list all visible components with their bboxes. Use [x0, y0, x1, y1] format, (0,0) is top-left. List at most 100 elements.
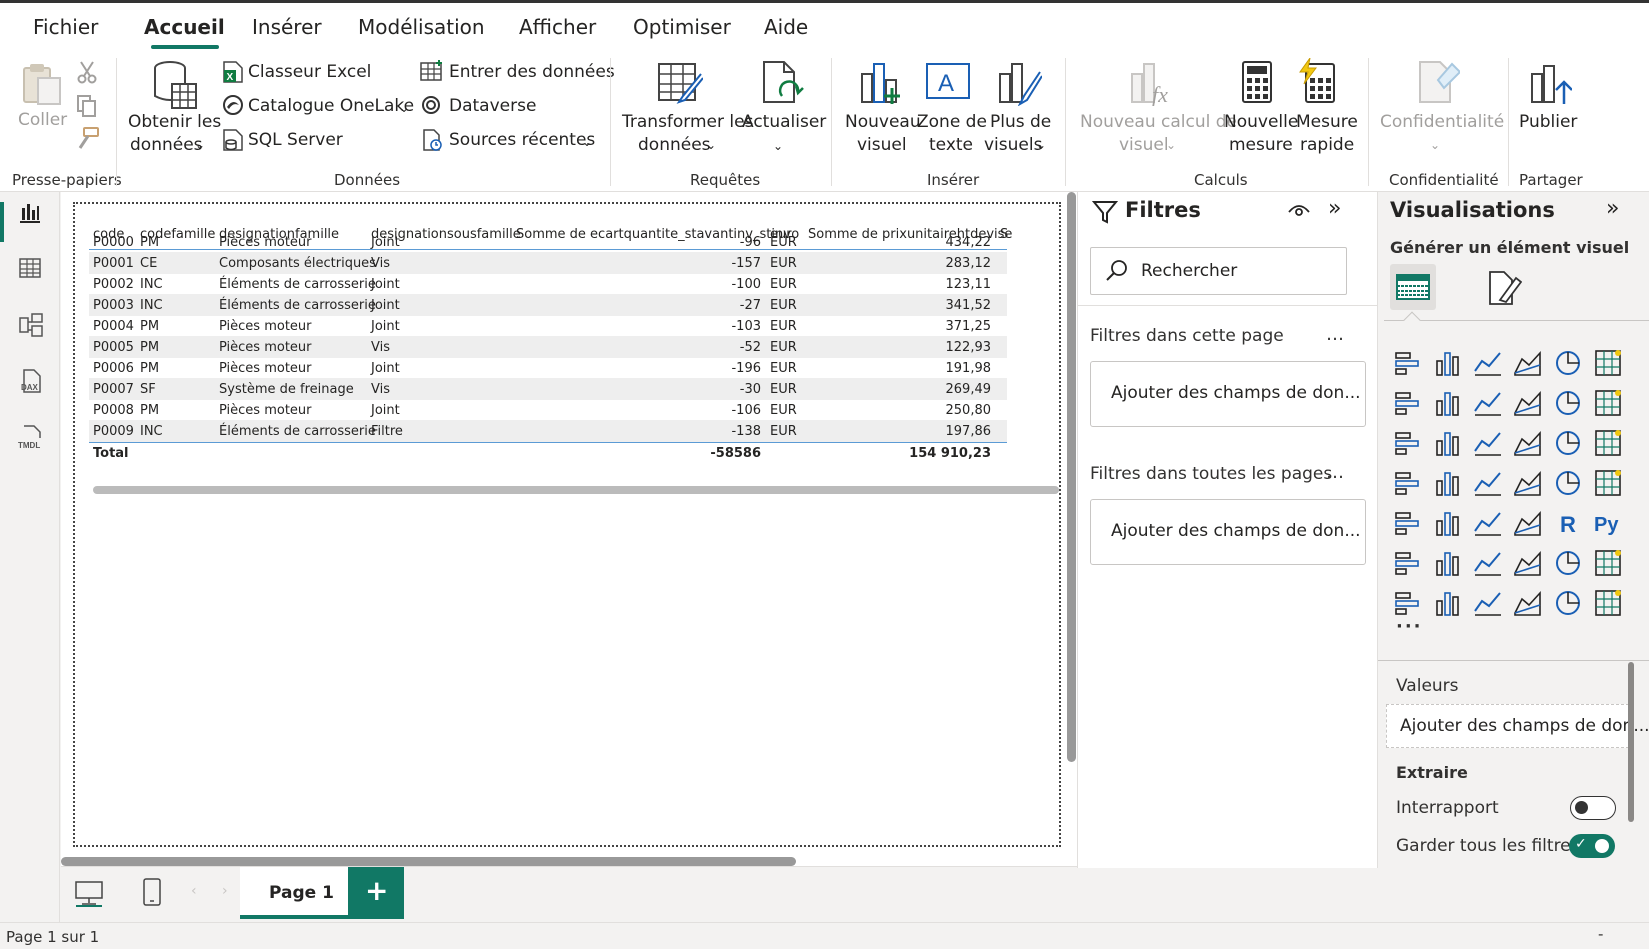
slicer-icon[interactable] — [1432, 507, 1464, 539]
qa-icon[interactable] — [1472, 547, 1504, 579]
new-visual-label-2[interactable]: visuel — [857, 133, 907, 157]
100-stacked-area-chart-icon[interactable] — [1512, 387, 1544, 419]
get-data-label-2[interactable]: données — [130, 133, 203, 157]
text-box-label-2[interactable]: texte — [929, 133, 973, 157]
tab-accueil[interactable]: Accueil — [144, 15, 225, 39]
tmdl-view-icon[interactable]: TMDL — [18, 424, 46, 454]
line-chart-icon[interactable] — [1392, 387, 1424, 419]
add-page-button[interactable]: + — [348, 867, 404, 919]
clustered-bar-chart-icon[interactable] — [1472, 347, 1504, 379]
map-icon[interactable] — [1432, 467, 1464, 499]
matrix-icon[interactable] — [1512, 507, 1544, 539]
new-measure-label-2[interactable]: mesure — [1229, 133, 1293, 157]
r-visual-icon[interactable]: R — [1552, 507, 1584, 539]
get-more-visuals-icon[interactable] — [1592, 587, 1624, 619]
mobile-layout-icon[interactable] — [142, 877, 162, 911]
scatter-chart-icon[interactable] — [1512, 427, 1544, 459]
quick-measure-label-2[interactable]: rapide — [1300, 133, 1354, 157]
next-page-icon[interactable]: › — [222, 883, 228, 899]
arcgis-map-icon[interactable] — [1512, 587, 1544, 619]
100-stacked-column-chart-icon[interactable] — [1592, 347, 1624, 379]
dataverse-button[interactable]: Dataverse — [449, 94, 536, 118]
new-measure-label-1[interactable]: Nouvelle — [1224, 110, 1298, 134]
more-options-icon[interactable]: … — [1326, 324, 1344, 345]
table-row[interactable]: P0003 INC Éléments de carrosserie Joint -27 E… — [89, 294, 1007, 316]
treemap-icon[interactable] — [1392, 467, 1424, 499]
new-visual-label-1[interactable]: Nouveau — [845, 110, 921, 134]
report-view-icon[interactable] — [18, 200, 42, 228]
decomposition-tree-icon[interactable] — [1432, 547, 1464, 579]
table-view-icon[interactable] — [18, 256, 42, 284]
format-visual-tab[interactable] — [1486, 270, 1523, 310]
table-horizontal-scrollbar[interactable] — [93, 486, 1059, 494]
more-options-icon[interactable]: … — [1326, 462, 1344, 483]
add-fields-this-page-well[interactable]: Ajouter des champs de don... — [1090, 361, 1366, 427]
filled-map-icon[interactable] — [1472, 467, 1504, 499]
chevron-down-icon[interactable]: ⌄ — [1036, 133, 1046, 157]
pie-chart-icon[interactable] — [1552, 427, 1584, 459]
line-and-stacked-column-chart-icon[interactable] — [1552, 387, 1584, 419]
model-view-icon[interactable] — [18, 312, 44, 342]
transform-data-label-2[interactable]: données — [638, 133, 711, 157]
quick-measure-label-1[interactable]: Mesure — [1296, 110, 1358, 134]
table-icon[interactable] — [1472, 507, 1504, 539]
cross-report-toggle[interactable] — [1570, 796, 1616, 820]
paginated-report-icon[interactable] — [1552, 547, 1584, 579]
key-influencers-icon[interactable] — [1392, 547, 1424, 579]
sql-server-button[interactable]: SQL Server — [248, 128, 343, 152]
power-apps-icon[interactable] — [1592, 547, 1624, 579]
new-visual-calc-label-2[interactable]: visuel — [1119, 133, 1169, 157]
get-data-label-1[interactable]: Obtenir les — [128, 110, 221, 134]
keep-filters-toggle[interactable]: ✓ — [1569, 834, 1615, 858]
copy-icon[interactable] — [76, 94, 98, 118]
tab-optimiser[interactable]: Optimiser — [633, 15, 731, 39]
viz-pane-scrollbar[interactable] — [1628, 662, 1634, 822]
ribbon-chart-icon[interactable] — [1392, 427, 1424, 459]
gauge-icon[interactable] — [1552, 467, 1584, 499]
publish-button[interactable]: Publier — [1519, 110, 1577, 134]
tab-modelisation[interactable]: Modélisation — [358, 15, 485, 39]
chevron-down-icon[interactable]: ⌄ — [582, 130, 592, 154]
text-box-label-1[interactable]: Zone de — [917, 110, 987, 134]
recent-sources-button[interactable]: Sources récentes — [449, 128, 595, 152]
dax-query-view-icon[interactable]: DAX — [18, 368, 44, 398]
python-visual-icon[interactable]: Py — [1592, 507, 1624, 539]
excel-workbook-button[interactable]: Classeur Excel — [248, 60, 371, 84]
values-field-well[interactable]: Ajouter des champs de don... — [1386, 704, 1649, 748]
tab-inserer[interactable]: Insérer — [252, 15, 322, 39]
azure-map-icon[interactable] — [1512, 467, 1544, 499]
enter-data-button[interactable]: Entrer des données — [449, 60, 615, 84]
chevron-down-icon[interactable]: ⌄ — [399, 96, 409, 120]
table-row[interactable]: P0002 INC Éléments de carrosserie Joint -100… — [89, 273, 1007, 295]
funnel-chart-icon[interactable] — [1472, 427, 1504, 459]
table-row[interactable]: P0009 INC Éléments de carrosserie Filtre -13… — [89, 420, 1007, 442]
chevron-down-icon[interactable]: ⌄ — [1166, 133, 1176, 157]
table-row[interactable]: P0008 PM Pièces moteur Joint -106 EUR 250,80 — [89, 399, 1007, 421]
cut-icon[interactable] — [76, 60, 98, 84]
power-automate-icon[interactable] — [1392, 587, 1424, 619]
clustered-column-chart-icon[interactable] — [1512, 347, 1544, 379]
chevron-down-icon[interactable]: ⌄ — [195, 133, 205, 157]
add-fields-all-pages-well[interactable]: Ajouter des champs de don... — [1090, 499, 1366, 565]
stacked-area-chart-icon[interactable] — [1472, 387, 1504, 419]
power-bi-visual-icon[interactable] — [1552, 587, 1584, 619]
collapse-filters-icon[interactable]: » — [1328, 196, 1341, 221]
tab-afficher[interactable]: Afficher — [519, 15, 596, 39]
kpi-icon[interactable] — [1392, 507, 1424, 539]
card-icon[interactable] — [1592, 467, 1624, 499]
metrics-icon[interactable] — [1432, 587, 1464, 619]
table-row[interactable]: P0006 PM Pièces moteur Joint -196 EUR 191,98 — [89, 357, 1007, 379]
stacked-bar-chart-icon[interactable] — [1392, 347, 1424, 379]
page-tab-page-1[interactable]: Page 1 — [240, 867, 348, 919]
stacked-column-chart-icon[interactable] — [1432, 347, 1464, 379]
eye-icon[interactable] — [1288, 202, 1310, 222]
narrative-icon[interactable] — [1512, 547, 1544, 579]
transform-data-label-1[interactable]: Transformer les — [622, 110, 753, 134]
table-row[interactable]: P0001 CE Composants électriques Vis -157 EUR 2… — [89, 252, 1007, 274]
more-visuals-ellipsis[interactable]: ··· — [1396, 616, 1423, 637]
refresh-button[interactable]: Actualiser — [742, 110, 826, 134]
desktop-layout-icon[interactable] — [74, 879, 104, 911]
previous-page-icon[interactable]: ‹ — [191, 883, 197, 899]
onelake-catalog-button[interactable]: Catalogue OneLake — [248, 94, 414, 118]
chevron-down-icon[interactable]: ⌄ — [706, 133, 716, 157]
